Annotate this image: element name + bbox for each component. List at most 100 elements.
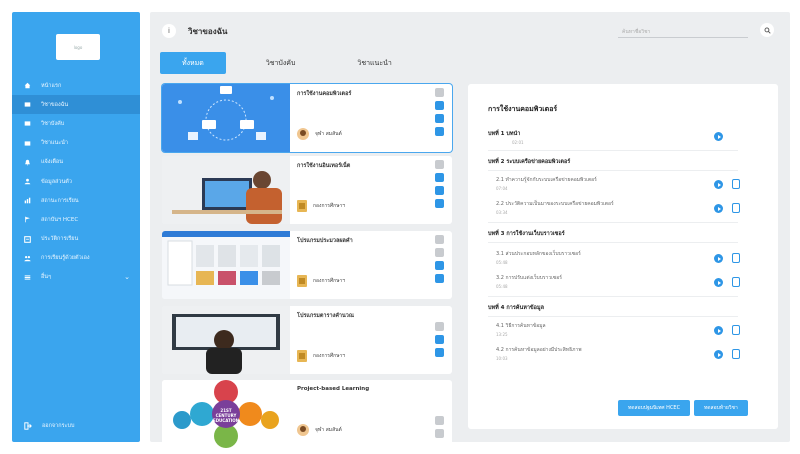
divider (488, 316, 738, 317)
sidebar-item-history[interactable]: ประวัติการเรียน (12, 230, 140, 249)
course-card[interactable]: โปรแกรมตารางคำนวณ กองการศึกษาฯ (162, 306, 452, 374)
sidebar-item-label: หน้าแรก (41, 82, 62, 89)
play-icon[interactable] (714, 132, 723, 141)
divider (488, 170, 738, 171)
sidebar-item-recommended-courses[interactable]: วิชาแนะนำ (12, 134, 140, 153)
chapter-title: บทที่ 4 การค้นหาข้อมูล (488, 305, 544, 311)
monitor-icon[interactable] (434, 101, 444, 110)
course-card[interactable]: 21ST CENTURY EDUCATION Project-based Lea… (162, 380, 452, 448)
lesson-item[interactable]: 4.1 วิธีการค้นหาข้อมูล 13:25 (496, 322, 546, 337)
course-tabs: ทั้งหมด วิชาบังคับ วิชาแนะนำ (160, 52, 432, 74)
download-icon[interactable] (434, 114, 444, 123)
monitor-icon (24, 101, 31, 108)
menu-icon (24, 274, 31, 281)
author-name: กองการศึกษาฯ (313, 278, 346, 284)
lock-icon (434, 160, 444, 169)
download-icon[interactable] (434, 261, 444, 270)
people-icon (24, 255, 31, 262)
chapter-title: บทที่ 1 บทนำ (488, 131, 521, 137)
chart-icon (24, 197, 31, 204)
logout-button[interactable]: ออกจากระบบ (24, 422, 74, 430)
download-icon[interactable] (434, 335, 444, 344)
monitor-icon[interactable] (434, 173, 444, 182)
course-thumbnail (162, 231, 290, 299)
sidebar-item-self-learning[interactable]: การเรียนรู้ด้วยตัวเอง (12, 249, 140, 268)
info-icon[interactable]: i (162, 24, 176, 38)
lesson-item[interactable]: 3.1 ส่วนประกอบหลักของเว็บบราวเซอร์ 05:48 (496, 250, 581, 265)
certificate-icon[interactable] (434, 127, 444, 136)
play-icon[interactable] (714, 326, 723, 335)
sidebar-item-label: สถาบันฯ HCEC (41, 216, 79, 223)
document-icon[interactable] (732, 179, 740, 189)
sidebar-item-more[interactable]: อื่นๆ ⌄ (12, 268, 140, 287)
sidebar-item-home[interactable]: หน้าแรก (12, 76, 140, 95)
course-author: จุฬา สมสันต์ (297, 424, 342, 436)
sidebar-item-label: แจ้งเตือน (41, 159, 63, 166)
tab-all[interactable]: ทั้งหมด (160, 52, 226, 74)
sidebar-item-label: การเรียนรู้ด้วยตัวเอง (41, 255, 90, 262)
user-icon (24, 178, 31, 185)
sidebar-item-notifications[interactable]: แจ้งเตือน (12, 153, 140, 172)
sidebar-item-profile[interactable]: ข้อมูลส่วนตัว (12, 172, 140, 191)
lesson-panel: การใช้งานคอมพิวเตอร์ บทที่ 1 บทนำ 02:01 … (468, 84, 778, 429)
tab-recommended[interactable]: วิชาแนะนำ (335, 52, 413, 74)
lesson-item[interactable]: 4.2 การค้นหาข้อมูลอย่างมีประสิทธิภาพ 10:0… (496, 346, 582, 361)
divider (488, 242, 738, 243)
course-thumbnail (162, 156, 290, 224)
course-thumbnail (162, 84, 290, 152)
organization-icon (297, 275, 307, 287)
lesson-item[interactable]: 3.2 การปรับแต่งเว็บบราวเซอร์ 05:48 (496, 274, 562, 289)
top-bar: i วิชาของฉัน ค้นหาชื่อวิชา (150, 12, 790, 46)
monitor-icon (434, 416, 444, 425)
author-name: จุฬา สมสันต์ (315, 131, 342, 137)
certificate-icon[interactable] (434, 199, 444, 208)
lesson-item[interactable]: 2.2 ประวัติความเป็นมาของระบบเครือข่ายคอม… (496, 200, 614, 215)
hcec-test-button[interactable]: ทดสอบปฐมนิเทศ HCEC (618, 400, 691, 416)
sidebar-item-required-courses[interactable]: วิชาบังคับ (12, 114, 140, 133)
document-icon[interactable] (732, 325, 740, 335)
document-icon[interactable] (732, 253, 740, 263)
search-input[interactable]: ค้นหาชื่อวิชา (618, 24, 748, 38)
sidebar-item-label: ข้อมูลส่วนตัว (41, 178, 72, 185)
sidebar-item-label: วิชาบังคับ (41, 120, 65, 127)
lesson-item[interactable]: 2.1 ทำความรู้จักกับระบบเครือข่ายคอมพิวเต… (496, 176, 597, 191)
download-icon[interactable] (434, 186, 444, 195)
chevron-down-icon[interactable]: ⌄ (124, 273, 130, 281)
sidebar-item-hcec[interactable]: สถาบันฯ HCEC (12, 210, 140, 229)
document-icon[interactable] (732, 277, 740, 287)
final-test-button[interactable]: ทดสอบท้ายวิชา (694, 400, 748, 416)
sidebar-item-label: วิชาของฉัน (41, 101, 69, 108)
search-button[interactable] (760, 23, 774, 37)
document-icon[interactable] (732, 203, 740, 213)
sidebar-item-label: สถานะการเรียน (41, 197, 79, 204)
organization-icon (297, 350, 307, 362)
flag-icon (24, 216, 31, 223)
monitor-icon (434, 322, 444, 331)
play-icon[interactable] (714, 204, 723, 213)
document-icon[interactable] (732, 349, 740, 359)
play-icon[interactable] (714, 254, 723, 263)
course-thumbnail: 21ST CENTURY EDUCATION (162, 380, 290, 448)
sidebar-item-learning-status[interactable]: สถานะการเรียน (12, 191, 140, 210)
course-card[interactable]: การใช้งานคอมพิวเตอร์ จุฬา สมสันต์ (162, 84, 452, 152)
organization-icon (297, 200, 307, 212)
tab-required[interactable]: วิชาบังคับ (244, 52, 318, 74)
course-card[interactable]: โปรแกรมประมวลผลคำ กองการศึกษาฯ (162, 231, 452, 299)
course-title: โปรแกรมตารางคำนวณ (297, 313, 354, 319)
certificate-icon[interactable] (434, 348, 444, 357)
certificate-icon[interactable] (434, 274, 444, 283)
course-status-icons (434, 88, 444, 140)
app-window: logo หน้าแรก วิชาของฉัน วิชาบังคับ วิชาแ… (0, 0, 800, 454)
play-icon[interactable] (714, 350, 723, 359)
logo[interactable]: logo (56, 34, 100, 60)
monitor-icon (24, 120, 31, 127)
play-icon[interactable] (714, 278, 723, 287)
divider (488, 222, 738, 223)
play-icon[interactable] (714, 180, 723, 189)
divider (488, 296, 738, 297)
course-status-icons (434, 235, 444, 287)
course-title: การใช้งานคอมพิวเตอร์ (297, 91, 352, 97)
sidebar-item-my-courses[interactable]: วิชาของฉัน (12, 95, 140, 115)
course-thumbnail (162, 306, 290, 374)
course-card[interactable]: การใช้งานอินเทอร์เน็ต กองการศึกษาฯ (162, 156, 452, 224)
